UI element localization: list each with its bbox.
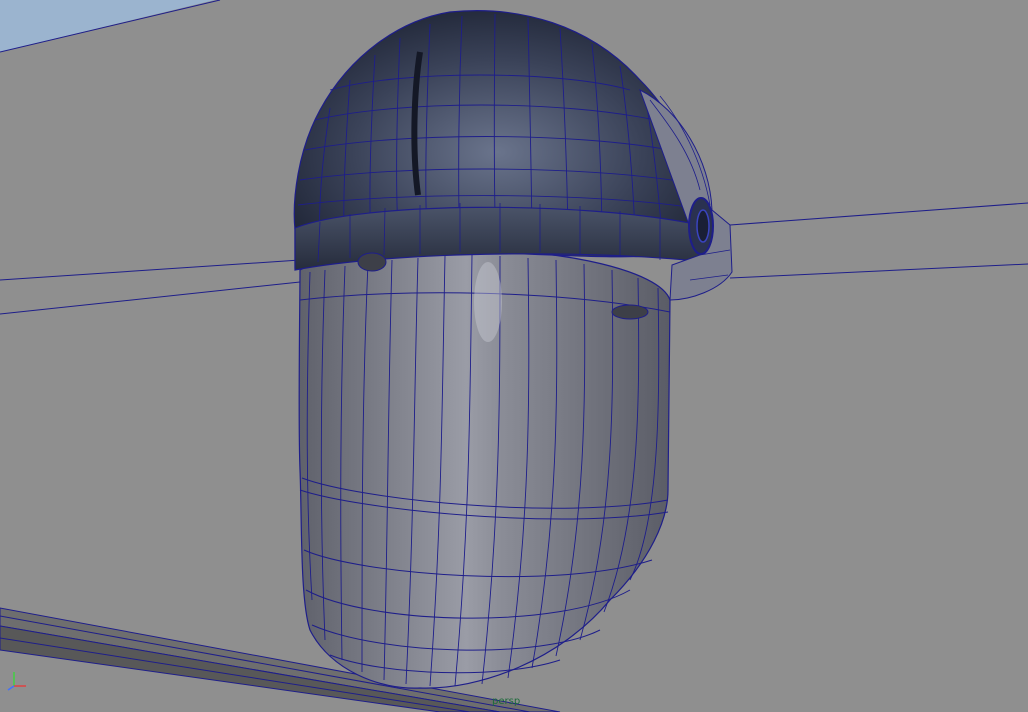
visor-highlight — [474, 262, 502, 342]
guide-line — [0, 259, 301, 281]
visor-mount-left — [357, 252, 387, 272]
view-axis-icon — [7, 672, 26, 691]
maya-persp-viewport[interactable]: persp — [0, 0, 1028, 712]
guide-line — [729, 202, 1028, 226]
guide-line — [729, 263, 1028, 279]
visor-mount-right — [611, 304, 649, 320]
pivot-knob[interactable] — [688, 197, 714, 255]
guide-line — [0, 281, 301, 315]
viewport-scene[interactable] — [0, 0, 1028, 712]
camera-label: persp — [492, 696, 521, 707]
